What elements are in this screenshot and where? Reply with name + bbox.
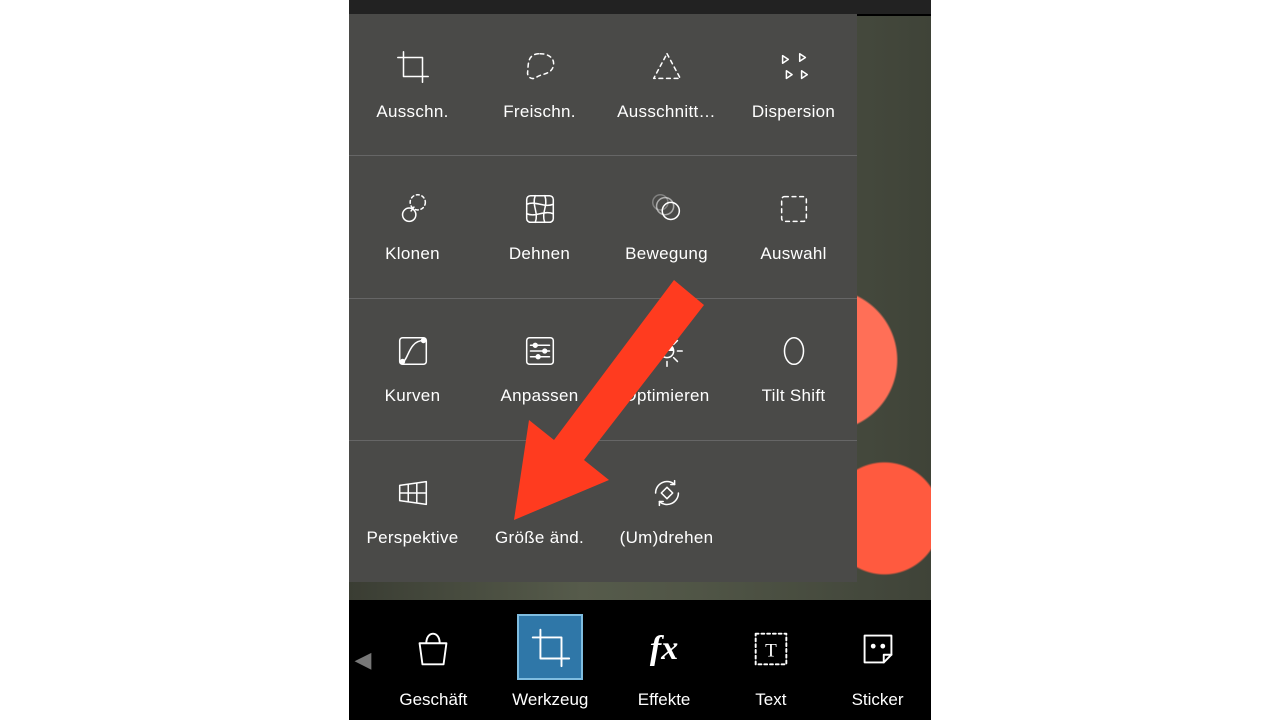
enhance-icon: [648, 332, 686, 370]
tool-label: Anpassen: [500, 386, 578, 406]
tool-label: Dehnen: [509, 244, 570, 264]
phone-frame: Ausschn. Freischn. Ausschnitt… Dispersio…: [349, 0, 931, 720]
tool-label: Klonen: [385, 244, 440, 264]
tool-label: Tilt Shift: [762, 386, 826, 406]
curves-icon: [394, 332, 432, 370]
nav-label: Text: [755, 690, 786, 710]
tool-motion[interactable]: Bewegung: [603, 156, 730, 297]
selection-icon: [775, 190, 813, 228]
tool-resize[interactable]: Größe änd.: [476, 441, 603, 582]
tool-crop[interactable]: Ausschn.: [349, 14, 476, 155]
nav-label: Geschäft: [399, 690, 467, 710]
nav-text[interactable]: T Text: [740, 618, 802, 720]
crop-icon: [394, 48, 432, 86]
clone-icon: [394, 190, 432, 228]
tool-shape-cutout[interactable]: Ausschnitt…: [603, 14, 730, 155]
tool-label: Ausschnitt…: [617, 102, 716, 122]
tool-clone[interactable]: Klonen: [349, 156, 476, 297]
svg-text:T: T: [765, 641, 777, 662]
text-icon: T: [740, 618, 802, 680]
shop-icon: [402, 618, 464, 680]
tool-perspective[interactable]: Perspektive: [349, 441, 476, 582]
tools-panel: Ausschn. Freischn. Ausschnitt… Dispersio…: [349, 14, 857, 582]
tool-freehand-cut[interactable]: Freischn.: [476, 14, 603, 155]
tool-label: Größe änd.: [495, 528, 584, 548]
tool-label: Bewegung: [625, 244, 708, 264]
tool-label: (Um)drehen: [620, 528, 714, 548]
dispersion-icon: [775, 48, 813, 86]
nav-label: Effekte: [638, 690, 691, 710]
tool-label: Kurven: [385, 386, 441, 406]
stretch-icon: [521, 190, 559, 228]
nav-label: Werkzeug: [512, 690, 588, 710]
nav-shop[interactable]: Geschäft: [399, 618, 467, 720]
tool-curves[interactable]: Kurven: [349, 299, 476, 440]
tool-adjust[interactable]: Anpassen: [476, 299, 603, 440]
tool-label: Ausschn.: [376, 102, 448, 122]
resize-icon: [521, 474, 559, 512]
adjust-icon: [521, 332, 559, 370]
nav-tools[interactable]: Werkzeug: [512, 614, 588, 720]
crop-icon: [517, 614, 583, 680]
tool-stretch[interactable]: Dehnen: [476, 156, 603, 297]
bottom-nav: ◀ Geschäft Werkzeug fx Effekte T Text St…: [349, 600, 931, 720]
motion-icon: [648, 190, 686, 228]
tilt-shift-icon: [775, 332, 813, 370]
fx-icon: fx: [633, 618, 695, 680]
tool-tilt-shift[interactable]: Tilt Shift: [730, 299, 857, 440]
tools-row: Ausschn. Freischn. Ausschnitt… Dispersio…: [349, 14, 857, 156]
tool-enhance[interactable]: Optimieren: [603, 299, 730, 440]
nav-items: Geschäft Werkzeug fx Effekte T Text Stic…: [377, 600, 931, 720]
tool-label: Perspektive: [366, 528, 458, 548]
sticker-icon: [847, 618, 909, 680]
tool-label: Freischn.: [503, 102, 576, 122]
lasso-icon: [521, 48, 559, 86]
shape-cut-icon: [648, 48, 686, 86]
nav-label: Sticker: [852, 690, 904, 710]
tools-row: Kurven Anpassen Optimieren Tilt Shift: [349, 299, 857, 441]
tool-label: Optimieren: [623, 386, 709, 406]
tool-label: Auswahl: [760, 244, 826, 264]
nav-sticker[interactable]: Sticker: [847, 618, 909, 720]
tools-row: Perspektive Größe änd. (Um)drehen: [349, 441, 857, 582]
tool-label: Dispersion: [752, 102, 835, 122]
tools-row: Klonen Dehnen Bewegung Auswahl: [349, 156, 857, 298]
tool-selection[interactable]: Auswahl: [730, 156, 857, 297]
nav-scroll-left[interactable]: ◀: [349, 647, 377, 673]
flip-rotate-icon: [648, 474, 686, 512]
perspective-icon: [394, 474, 432, 512]
tool-dispersion[interactable]: Dispersion: [730, 14, 857, 155]
tool-flip-rotate[interactable]: (Um)drehen: [603, 441, 730, 582]
nav-effects[interactable]: fx Effekte: [633, 618, 695, 720]
